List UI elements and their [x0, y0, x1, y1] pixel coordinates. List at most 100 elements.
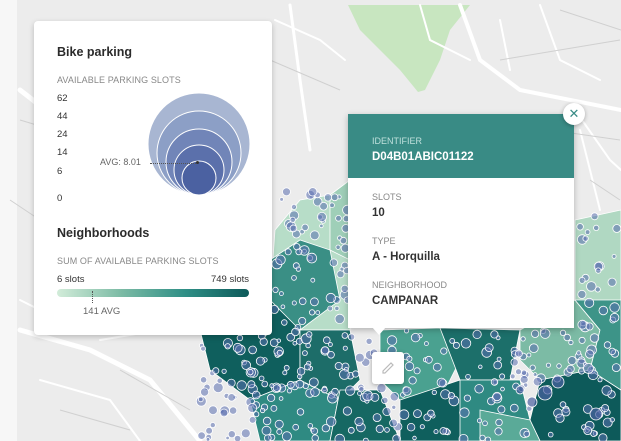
- parking-point[interactable]: [197, 431, 206, 440]
- parking-point[interactable]: [528, 343, 539, 354]
- parking-point[interactable]: [301, 350, 308, 357]
- parking-point[interactable]: [482, 420, 488, 427]
- parking-point[interactable]: [406, 423, 416, 432]
- parking-point[interactable]: [336, 270, 345, 279]
- parking-point[interactable]: [339, 369, 350, 380]
- parking-point[interactable]: [327, 350, 335, 359]
- parking-point[interactable]: [465, 373, 471, 380]
- parking-point[interactable]: [233, 434, 242, 441]
- parking-point[interactable]: [319, 201, 328, 211]
- parking-point[interactable]: [611, 363, 621, 373]
- parking-point[interactable]: [247, 380, 256, 389]
- parking-point[interactable]: [275, 254, 286, 265]
- parking-point[interactable]: [335, 244, 341, 250]
- parking-point[interactable]: [520, 336, 526, 342]
- parking-point[interactable]: [484, 436, 492, 441]
- parking-point[interactable]: [523, 430, 530, 438]
- parking-point[interactable]: [578, 276, 586, 284]
- parking-point[interactable]: [209, 422, 216, 429]
- parking-point[interactable]: [262, 416, 272, 426]
- parking-point[interactable]: [347, 333, 356, 341]
- parking-point[interactable]: [276, 349, 283, 356]
- parking-point[interactable]: [479, 434, 486, 441]
- parking-point[interactable]: [310, 387, 320, 397]
- parking-point[interactable]: [551, 375, 565, 389]
- parking-point[interactable]: [583, 362, 594, 374]
- parking-point[interactable]: [280, 304, 286, 310]
- parking-point[interactable]: [274, 419, 284, 429]
- parking-point[interactable]: [585, 349, 595, 359]
- parking-point[interactable]: [603, 341, 612, 349]
- parking-point[interactable]: [293, 243, 301, 251]
- parking-point[interactable]: [586, 281, 597, 292]
- parking-point[interactable]: [286, 380, 295, 389]
- parking-point[interactable]: [559, 401, 567, 408]
- parking-point[interactable]: [433, 429, 439, 435]
- parking-point[interactable]: [306, 252, 318, 264]
- parking-point[interactable]: [272, 384, 281, 393]
- parking-point[interactable]: [476, 418, 482, 424]
- parking-point[interactable]: [509, 403, 519, 413]
- parking-point[interactable]: [289, 216, 296, 223]
- parking-point[interactable]: [578, 336, 586, 344]
- parking-point[interactable]: [261, 425, 272, 436]
- parking-point[interactable]: [585, 322, 594, 331]
- parking-point[interactable]: [419, 424, 425, 430]
- parking-point[interactable]: [589, 407, 603, 421]
- parking-point[interactable]: [532, 376, 543, 387]
- parking-point[interactable]: [382, 406, 392, 416]
- parking-point[interactable]: [282, 370, 288, 376]
- parking-point[interactable]: [494, 427, 503, 436]
- parking-point[interactable]: [410, 332, 421, 343]
- parking-point[interactable]: [496, 356, 502, 362]
- parking-point[interactable]: [515, 349, 523, 358]
- parking-point[interactable]: [537, 385, 553, 401]
- parking-point[interactable]: [205, 437, 211, 441]
- parking-point[interactable]: [576, 223, 584, 231]
- parking-point[interactable]: [240, 428, 251, 439]
- parking-point[interactable]: [205, 426, 213, 435]
- parking-point[interactable]: [264, 434, 272, 441]
- parking-point[interactable]: [342, 406, 352, 416]
- parking-point[interactable]: [292, 340, 298, 346]
- parking-point[interactable]: [279, 197, 284, 202]
- parking-point[interactable]: [290, 203, 297, 210]
- parking-point[interactable]: [251, 390, 261, 400]
- parking-point[interactable]: [289, 224, 298, 233]
- parking-point[interactable]: [402, 386, 412, 396]
- parking-point[interactable]: [492, 391, 502, 402]
- parking-point[interactable]: [515, 385, 525, 395]
- parking-point[interactable]: [424, 355, 433, 364]
- parking-point[interactable]: [595, 267, 602, 274]
- parking-point[interactable]: [458, 434, 469, 441]
- parking-point[interactable]: [247, 403, 258, 413]
- parking-point[interactable]: [609, 417, 615, 423]
- parking-point[interactable]: [321, 386, 328, 394]
- parking-point[interactable]: [216, 377, 223, 384]
- parking-point[interactable]: [320, 346, 330, 355]
- parking-point[interactable]: [354, 352, 365, 363]
- parking-point[interactable]: [392, 434, 401, 441]
- close-popup-button[interactable]: ✕: [563, 103, 585, 125]
- parking-point[interactable]: [413, 367, 421, 375]
- parking-point[interactable]: [583, 426, 593, 436]
- parking-point[interactable]: [236, 334, 244, 342]
- parking-point[interactable]: [310, 427, 319, 435]
- parking-point[interactable]: [584, 297, 595, 308]
- parking-point[interactable]: [295, 266, 301, 272]
- parking-point[interactable]: [331, 387, 339, 396]
- parking-point[interactable]: [529, 364, 536, 371]
- parking-point[interactable]: [316, 211, 327, 222]
- parking-point[interactable]: [601, 404, 610, 413]
- parking-point[interactable]: [327, 305, 334, 312]
- parking-point[interactable]: [412, 435, 417, 441]
- parking-point[interactable]: [561, 407, 571, 417]
- parking-point[interactable]: [423, 341, 429, 347]
- parking-point[interactable]: [258, 375, 265, 382]
- parking-point[interactable]: [526, 352, 532, 358]
- parking-point[interactable]: [212, 382, 224, 394]
- parking-point[interactable]: [276, 338, 281, 343]
- parking-point[interactable]: [232, 342, 243, 353]
- parking-point[interactable]: [598, 433, 608, 441]
- parking-point[interactable]: [447, 392, 455, 400]
